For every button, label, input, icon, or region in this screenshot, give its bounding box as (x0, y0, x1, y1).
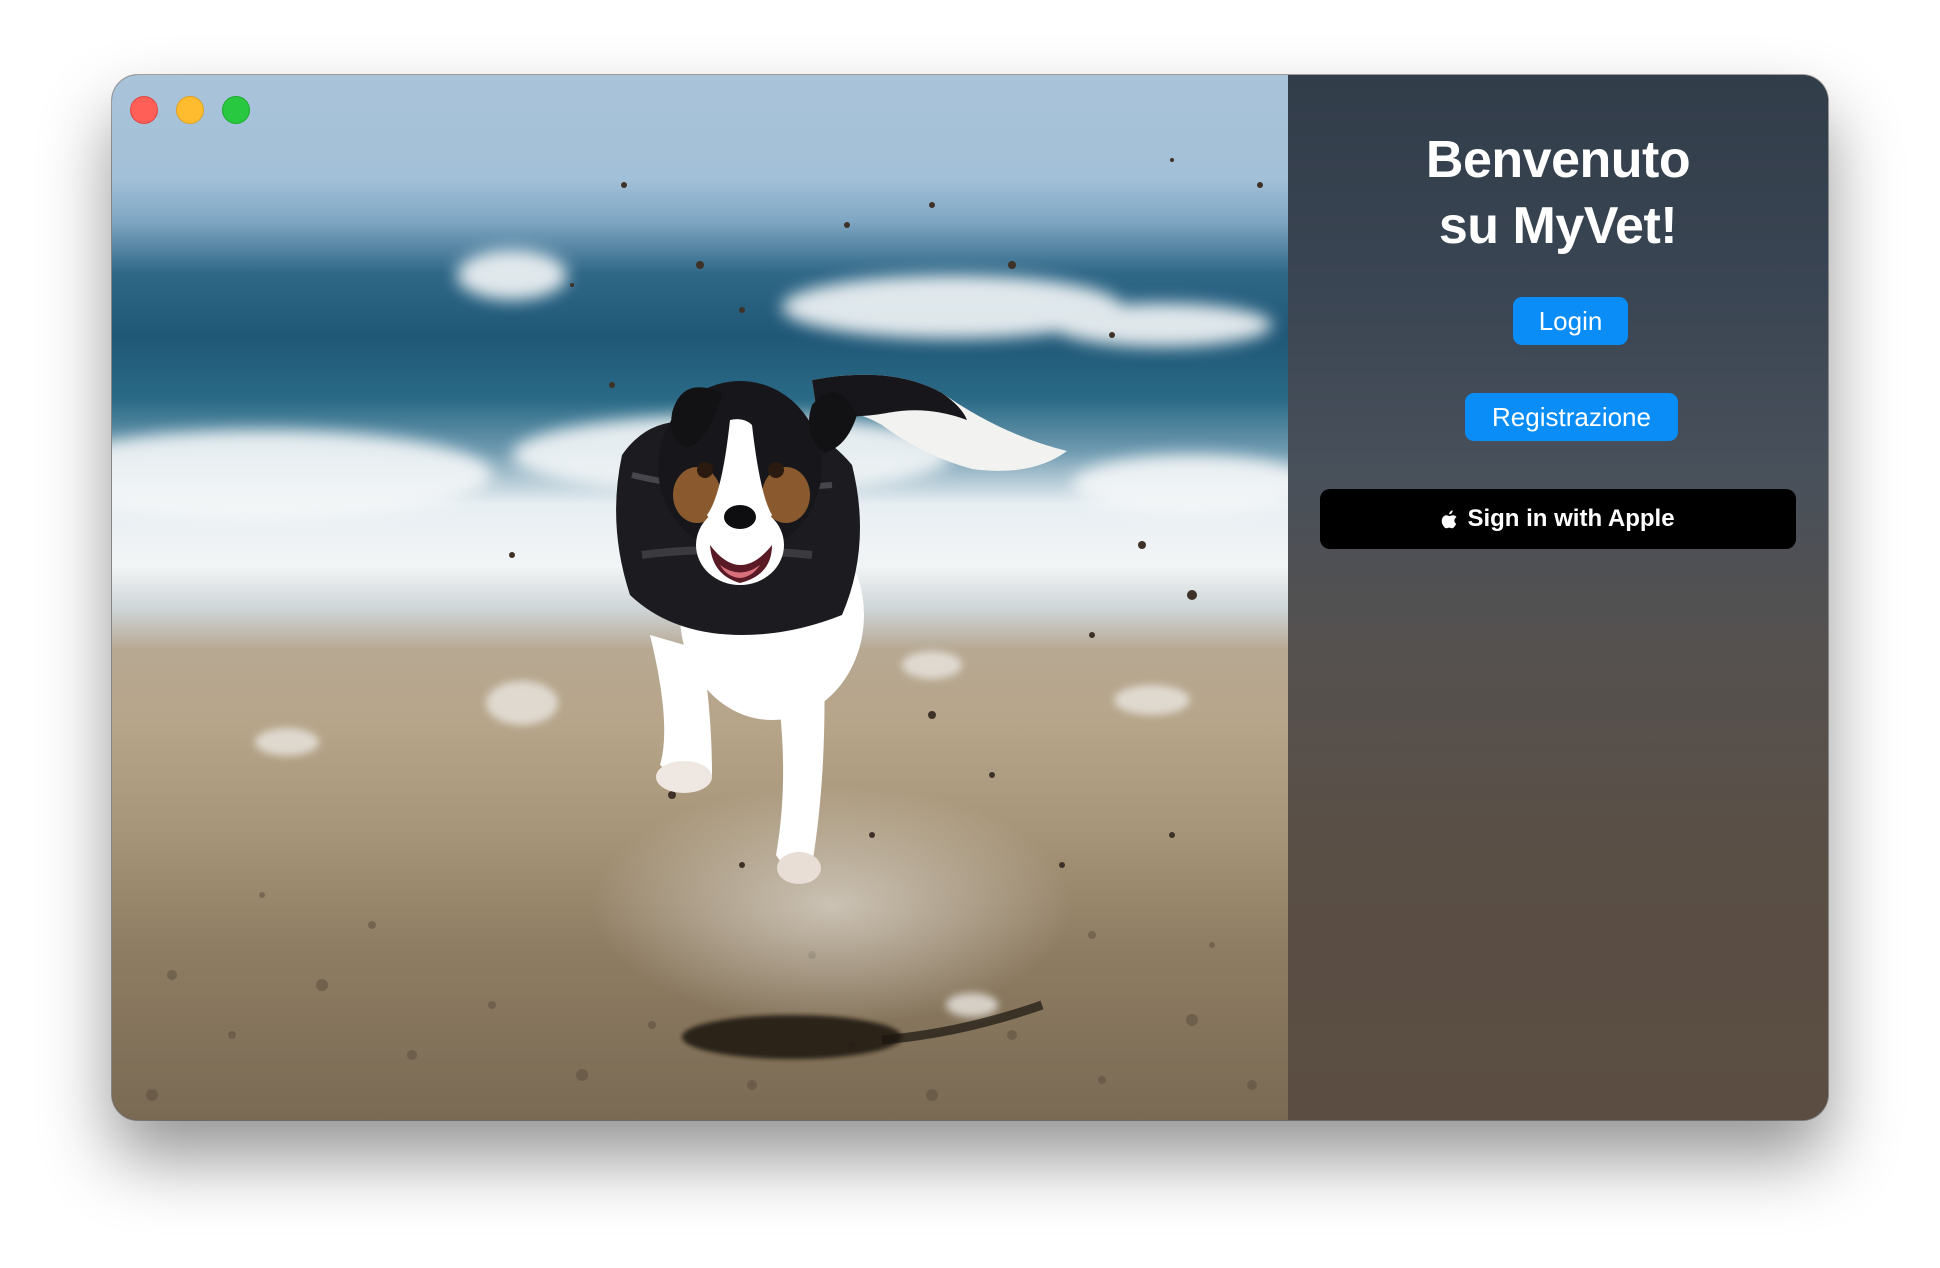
welcome-title-line1: Benvenuto (1425, 131, 1691, 189)
welcome-panel: Benvenuto su MyVet! Login Registrazione … (1288, 75, 1828, 1120)
minimize-window-button[interactable] (176, 96, 204, 124)
hero-photo (112, 75, 1288, 1120)
sign-in-with-apple-label: Sign in with Apple (1467, 505, 1675, 532)
close-window-button[interactable] (130, 96, 158, 124)
dog-on-beach-illustration (112, 158, 1288, 1101)
app-window: Benvenuto su MyVet! Login Registrazione … (112, 75, 1828, 1120)
window-controls (130, 96, 250, 124)
apple-logo-icon (1442, 509, 1457, 528)
sign-in-with-apple-button[interactable]: Sign in with Apple (1320, 489, 1796, 549)
register-button[interactable]: Registrazione (1465, 393, 1678, 441)
zoom-window-button[interactable] (222, 96, 250, 124)
login-button[interactable]: Login (1513, 297, 1628, 345)
welcome-title-line2: su MyVet! (1438, 197, 1678, 255)
welcome-title: Benvenuto su MyVet! (1288, 127, 1828, 259)
